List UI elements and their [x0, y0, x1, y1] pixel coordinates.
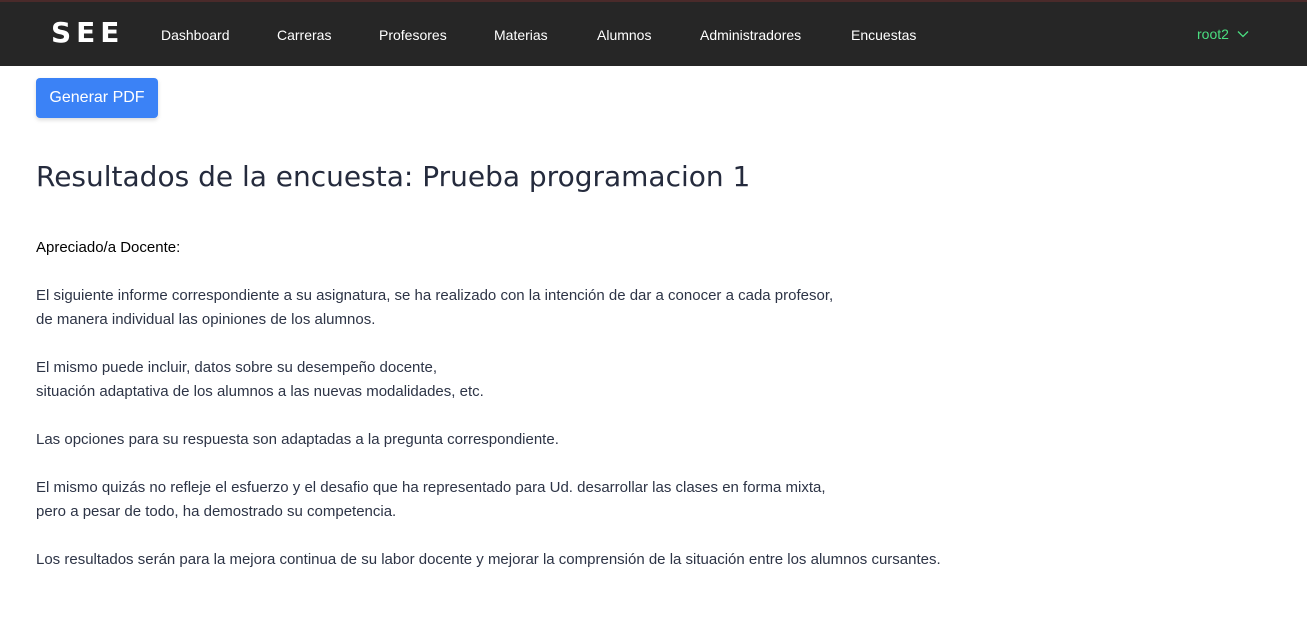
paragraph-line: Las opciones para su respuesta son adapt… — [36, 431, 559, 448]
brand-logo[interactable]: SEE — [51, 16, 124, 50]
intro-paragraph: El mismo puede incluir, datos sobre su d… — [36, 356, 1036, 404]
generate-pdf-button[interactable]: Generar PDF — [36, 78, 158, 118]
nav-item-encuestas[interactable]: Encuestas — [851, 26, 916, 44]
paragraph-line: situación adaptativa de los alumnos a la… — [36, 383, 484, 400]
intro-paragraph: Las opciones para su respuesta son adapt… — [36, 428, 1036, 452]
greeting: Apreciado/a Docente: — [36, 239, 181, 256]
survey-intro-text: Apreciado/a Docente: El siguiente inform… — [36, 236, 1036, 596]
paragraph-line: El mismo puede incluir, datos sobre su d… — [36, 359, 438, 376]
top-navbar: SEE Dashboard Carreras Profesores Materi… — [0, 0, 1307, 66]
paragraph-line: El siguiente informe correspondiente a s… — [36, 287, 834, 304]
intro-paragraph: Los resultados serán para la mejora cont… — [36, 548, 1036, 572]
intro-paragraph: El mismo quizás no refleje el esfuerzo y… — [36, 476, 1036, 524]
nav-item-carreras[interactable]: Carreras — [277, 26, 331, 44]
nav-item-alumnos[interactable]: Alumnos — [597, 26, 651, 44]
nav-item-profesores[interactable]: Profesores — [379, 26, 447, 44]
nav-item-dashboard[interactable]: Dashboard — [161, 26, 230, 44]
paragraph-line: de manera individual las opiniones de lo… — [36, 311, 376, 328]
paragraph-line: El mismo quizás no refleje el esfuerzo y… — [36, 479, 826, 496]
user-menu[interactable]: root2 — [1197, 25, 1249, 43]
paragraph-line: Los resultados serán para la mejora cont… — [36, 551, 941, 568]
nav-item-administradores[interactable]: Administradores — [700, 26, 801, 44]
page-title: Resultados de la encuesta: Prueba progra… — [36, 160, 751, 193]
paragraph-line: pero a pesar de todo, ha demostrado su c… — [36, 503, 397, 520]
intro-paragraph: El siguiente informe correspondiente a s… — [36, 284, 1036, 332]
user-name: root2 — [1197, 26, 1229, 42]
nav-item-materias[interactable]: Materias — [494, 26, 548, 44]
chevron-down-icon — [1237, 31, 1249, 38]
